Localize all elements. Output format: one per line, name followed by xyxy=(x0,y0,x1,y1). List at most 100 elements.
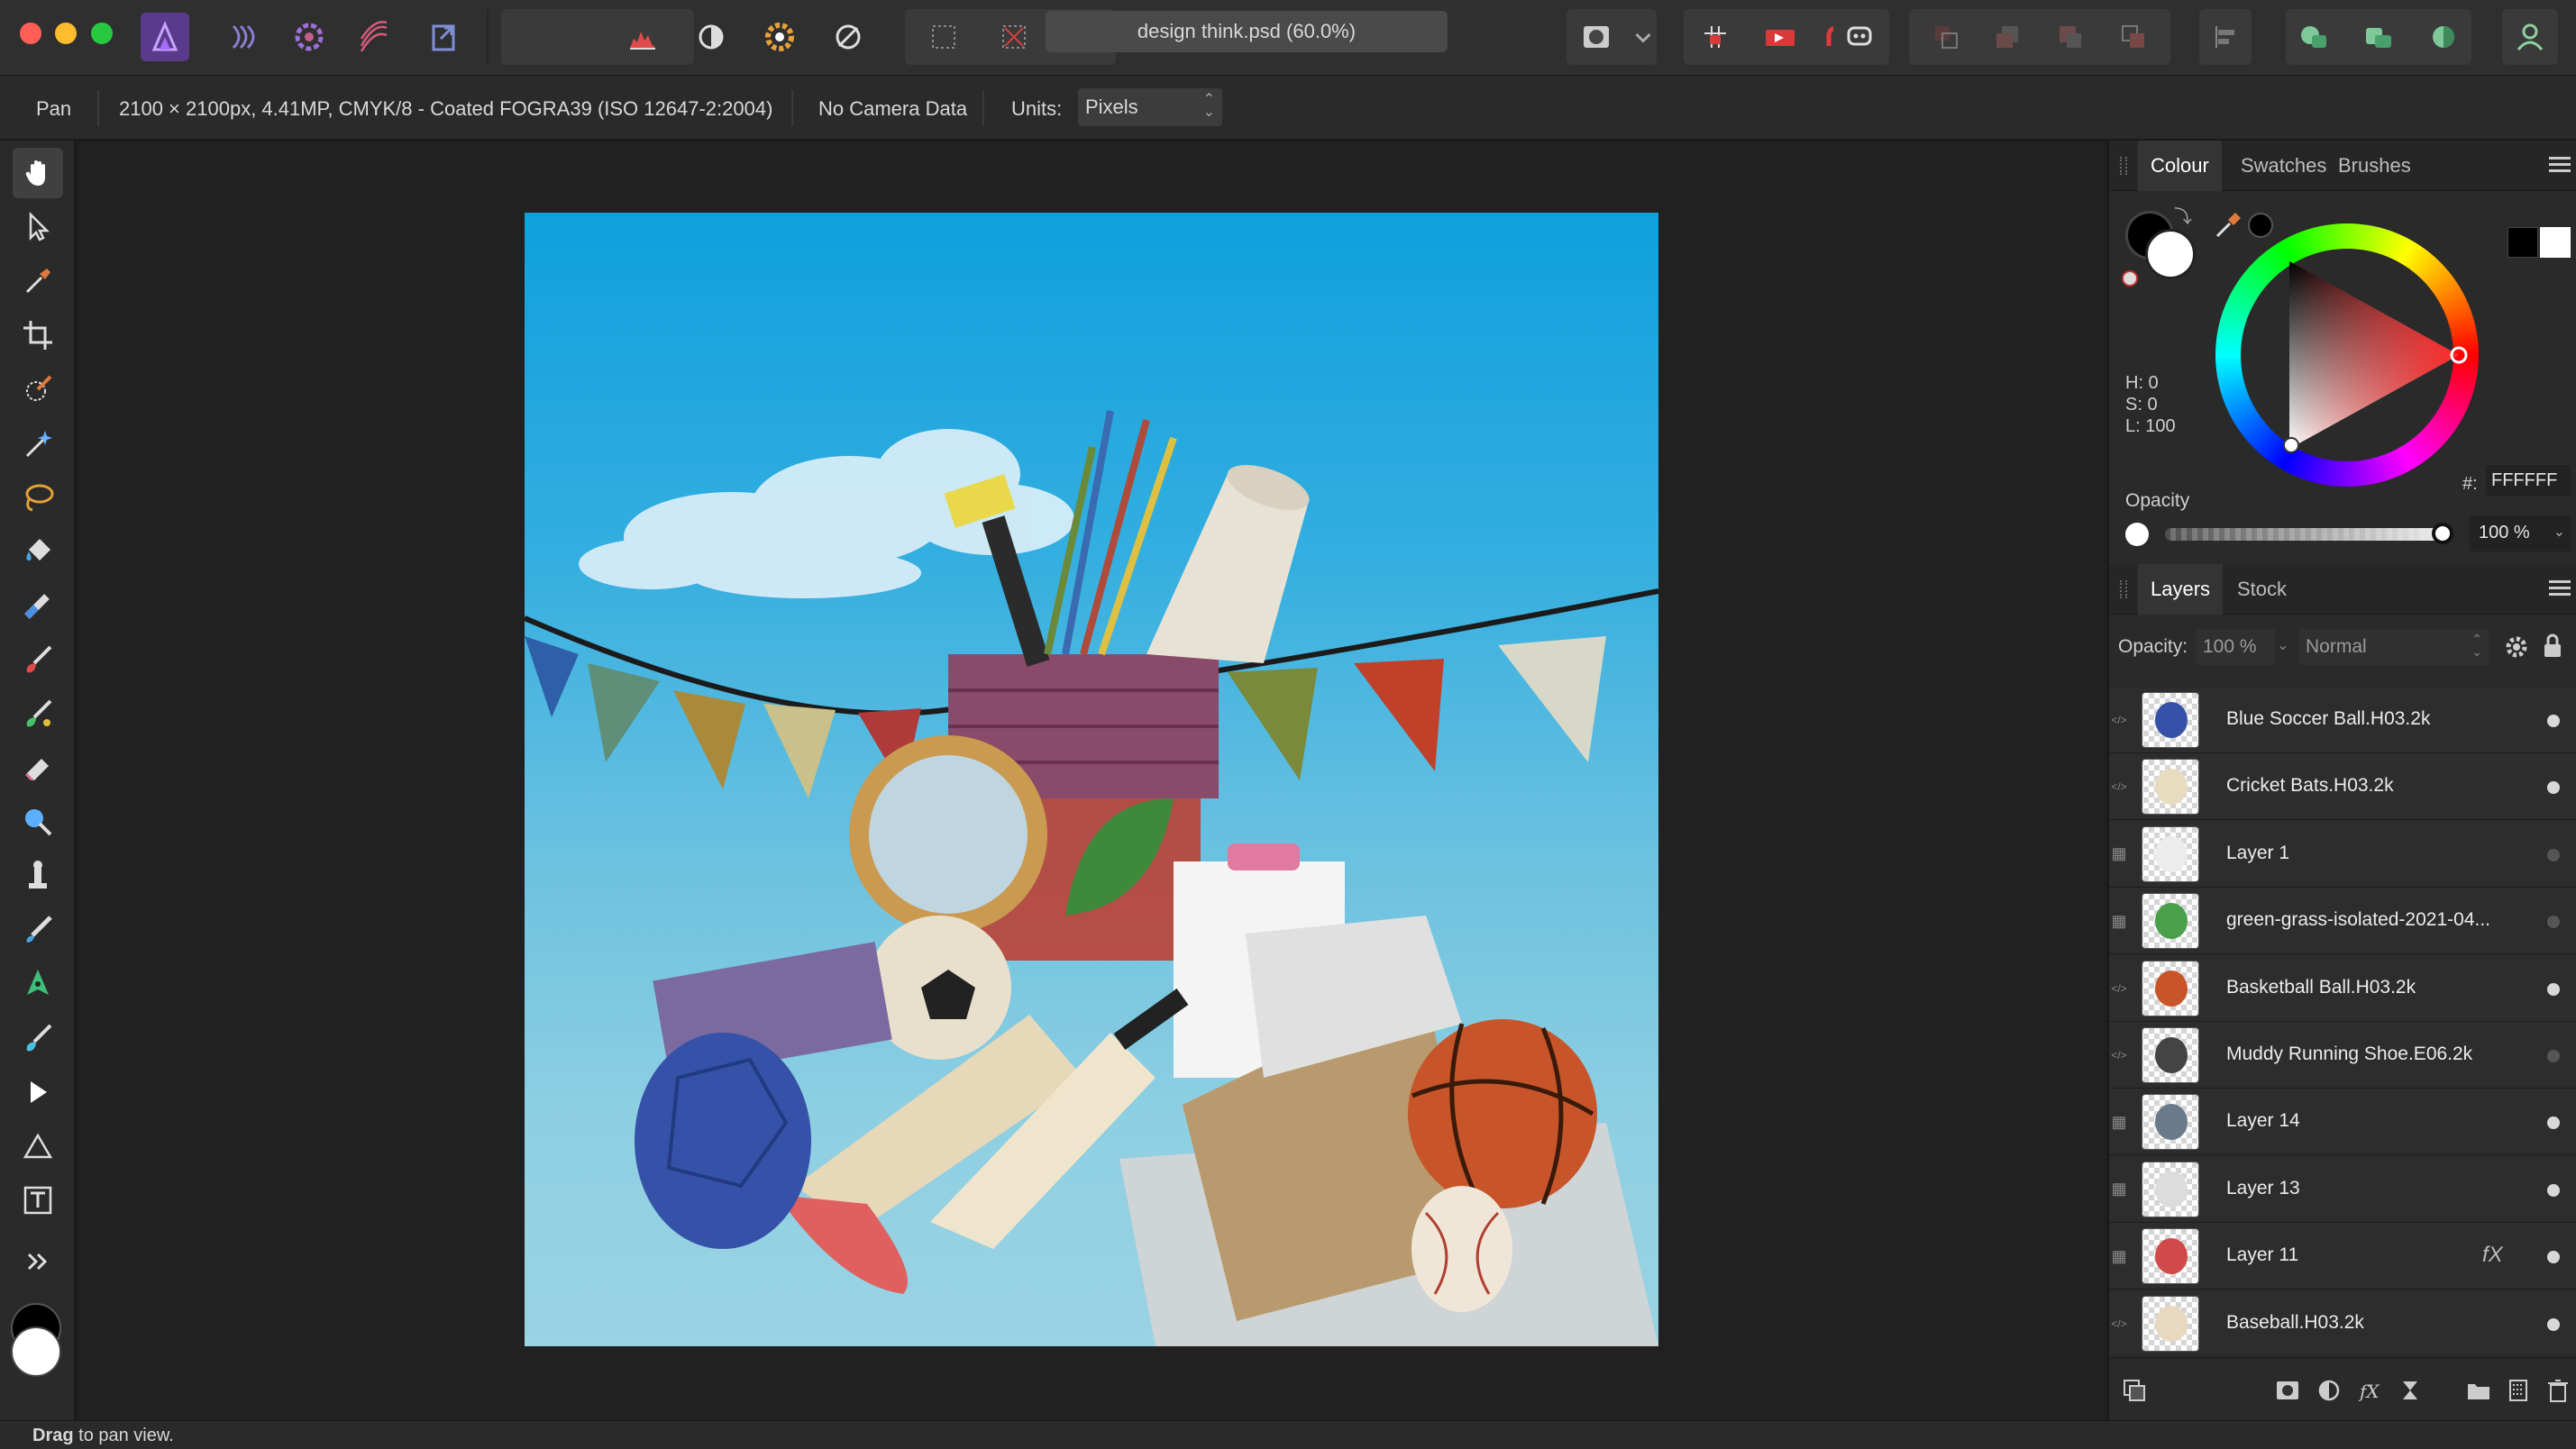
magic-wand-tool-icon[interactable] xyxy=(13,418,63,469)
panel-menu-icon[interactable] xyxy=(2549,577,2571,598)
intersect-icon[interactable] xyxy=(2419,13,2468,61)
tab-layers[interactable]: Layers xyxy=(2138,564,2224,615)
layer-row[interactable]: ▦ Layer 11 fX xyxy=(2109,1223,2576,1290)
colour-replacement-tool-icon[interactable] xyxy=(13,688,63,739)
hex-input[interactable]: FFFFFF xyxy=(2486,465,2571,496)
mask-layer-icon[interactable] xyxy=(2275,1378,2300,1403)
maximize-window-button[interactable] xyxy=(91,23,113,44)
move-back-one-icon[interactable] xyxy=(1983,13,2032,61)
layer-row[interactable]: </> Basketball Ball.H03.2k xyxy=(2109,954,2576,1022)
auto-contrast-icon[interactable] xyxy=(687,13,735,61)
layer-visibility-toggle[interactable] xyxy=(2547,1183,2560,1197)
opacity-input[interactable]: 100 % ⌄ xyxy=(2470,515,2571,551)
healing-brush-tool-icon[interactable] xyxy=(13,905,63,955)
dodge-tool-icon[interactable] xyxy=(13,797,63,847)
quick-mask-icon[interactable] xyxy=(1572,13,1621,61)
document-title[interactable]: design think.psd (60.0%) xyxy=(1046,11,1448,52)
layer-visibility-toggle[interactable] xyxy=(2547,781,2560,795)
crop-tool-icon[interactable] xyxy=(13,310,63,360)
node-tool-icon[interactable] xyxy=(13,1013,63,1063)
layer-visibility-toggle[interactable] xyxy=(2547,916,2560,929)
liquify-persona-icon[interactable] xyxy=(220,13,269,61)
align-icon[interactable] xyxy=(2201,13,2250,61)
erase-brush-tool-icon[interactable] xyxy=(13,743,63,793)
snapping-grid-icon[interactable] xyxy=(1691,13,1740,61)
lock-icon[interactable] xyxy=(2542,633,2563,660)
layer-row[interactable]: </> Cricket Bats.H03.2k xyxy=(2109,753,2576,821)
pen-tool-icon[interactable] xyxy=(13,959,63,1009)
freehand-selection-tool-icon[interactable] xyxy=(13,472,63,523)
auto-white-balance-icon[interactable] xyxy=(824,13,872,61)
text-tool-icon[interactable] xyxy=(13,1175,63,1226)
move-tool-icon[interactable] xyxy=(13,202,63,252)
subtract-icon[interactable] xyxy=(2354,13,2403,61)
layer-visibility-toggle[interactable] xyxy=(2547,848,2560,861)
layer-fx-badge[interactable]: fX xyxy=(2482,1243,2503,1268)
select-all-icon[interactable] xyxy=(919,13,968,61)
export-persona-icon[interactable] xyxy=(420,13,469,61)
panel-menu-icon[interactable] xyxy=(2549,153,2571,175)
colour-picker-tool-icon[interactable] xyxy=(13,256,63,306)
layers-options-icon[interactable] xyxy=(2122,1378,2147,1403)
expand-tools-icon[interactable] xyxy=(13,1236,63,1287)
hand-tool-icon[interactable] xyxy=(13,148,63,198)
view-mode-icon[interactable] xyxy=(1756,13,1804,61)
minimize-window-button[interactable] xyxy=(55,23,77,44)
move-to-front-icon[interactable] xyxy=(2109,13,2158,61)
blend-mode-select[interactable]: Normal ⌃ ⌄ xyxy=(2298,629,2489,665)
close-window-button[interactable] xyxy=(20,23,41,44)
gradient-tool-icon[interactable] xyxy=(13,580,63,631)
layer-visibility-toggle[interactable] xyxy=(2547,1251,2560,1264)
tab-brushes[interactable]: Brushes xyxy=(2325,141,2424,191)
units-select[interactable]: Pixels ⌃ ⌄ xyxy=(1078,88,1222,126)
assistant-icon[interactable] xyxy=(1835,13,1884,61)
tab-swatches[interactable]: Swatches xyxy=(2228,141,2339,191)
chevron-down-icon[interactable] xyxy=(1630,13,1657,61)
opacity-slider-knob[interactable] xyxy=(2432,523,2453,544)
add-icon[interactable] xyxy=(2289,13,2338,61)
layer-row[interactable]: </> Muddy Running Shoe.E06.2k xyxy=(2109,1022,2576,1089)
chevron-down-icon[interactable]: ⌄ xyxy=(2277,636,2288,654)
layer-visibility-toggle[interactable] xyxy=(2547,715,2560,727)
move-forward-one-icon[interactable] xyxy=(2046,13,2095,61)
secondary-colour-well[interactable] xyxy=(11,1326,61,1377)
deselect-icon[interactable] xyxy=(990,13,1038,61)
layer-row[interactable]: ▦ green-grass-isolated-2021-04... xyxy=(2109,888,2576,955)
tab-colour[interactable]: Colour xyxy=(2138,141,2222,191)
add-pixel-layer-icon[interactable] xyxy=(2506,1378,2531,1403)
adjustment-layer-icon[interactable] xyxy=(2316,1378,2342,1403)
live-filter-icon[interactable]: fX xyxy=(2358,1378,2383,1403)
opacity-slider-track[interactable] xyxy=(2165,528,2443,541)
user-account-icon[interactable] xyxy=(2506,13,2554,61)
layer-row[interactable]: ▦ Layer 13 xyxy=(2109,1155,2576,1223)
canvas-area[interactable] xyxy=(78,142,2106,1420)
paint-brush-tool-icon[interactable] xyxy=(13,634,63,685)
layer-row[interactable]: ▦ Layer 14 xyxy=(2109,1089,2576,1156)
fill-layer-icon[interactable] xyxy=(2398,1378,2423,1403)
tab-stock[interactable]: Stock xyxy=(2224,564,2299,615)
add-group-icon[interactable] xyxy=(2466,1378,2491,1403)
panel-grip-icon[interactable] xyxy=(2120,157,2127,175)
layer-row[interactable]: </> Baseball.H03.2k xyxy=(2109,1290,2576,1353)
move-to-back-icon[interactable] xyxy=(1922,13,1970,61)
layer-visibility-toggle[interactable] xyxy=(2547,1317,2560,1331)
develop-persona-icon[interactable] xyxy=(285,13,333,61)
tone-mapping-persona-icon[interactable] xyxy=(350,13,398,61)
shape-tool-icon[interactable] xyxy=(13,1121,63,1171)
selection-brush-tool-icon[interactable] xyxy=(13,364,63,415)
layer-visibility-toggle[interactable] xyxy=(2547,982,2560,996)
auto-colour-icon[interactable] xyxy=(755,13,804,61)
layer-row[interactable]: ▦ Layer 1 xyxy=(2109,820,2576,888)
layer-visibility-toggle[interactable] xyxy=(2547,1116,2560,1130)
panel-grip-icon[interactable] xyxy=(2120,580,2127,598)
node-select-tool-icon[interactable] xyxy=(13,1067,63,1117)
gear-icon[interactable] xyxy=(2504,634,2529,660)
document-canvas[interactable] xyxy=(525,213,1658,1346)
layer-visibility-toggle[interactable] xyxy=(2547,1050,2560,1062)
flood-fill-tool-icon[interactable] xyxy=(13,526,63,577)
layer-row[interactable]: </> Blue Soccer Ball.H03.2k xyxy=(2109,687,2576,753)
delete-layer-icon[interactable] xyxy=(2545,1378,2571,1403)
photo-persona-icon[interactable] xyxy=(141,13,189,61)
levels-icon[interactable] xyxy=(618,13,667,61)
clone-brush-tool-icon[interactable] xyxy=(13,851,63,901)
